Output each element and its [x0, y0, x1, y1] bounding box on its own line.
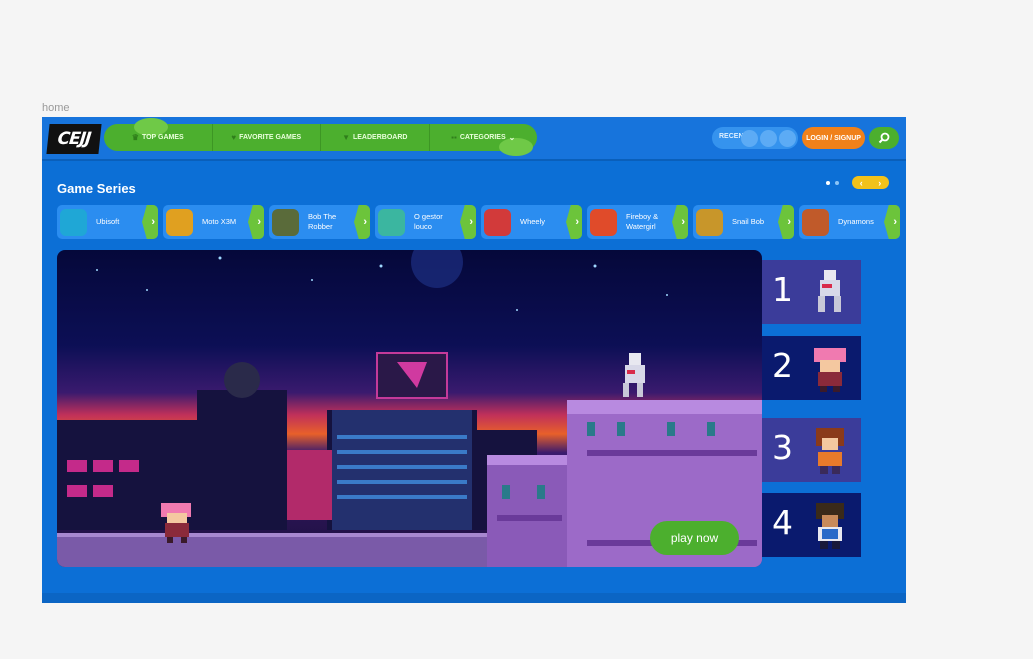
series-thumb — [696, 209, 723, 236]
recent-games[interactable]: RECENT — [712, 127, 798, 149]
play-now-button[interactable]: play now — [650, 521, 739, 555]
rank-number: 4 — [772, 503, 793, 542]
chevron-right-icon: › — [142, 205, 158, 239]
crown-icon: ♛ — [131, 133, 139, 142]
chevron-right-icon: › — [884, 205, 900, 239]
pager-dot-active[interactable] — [826, 181, 830, 185]
recent-game-thumb[interactable] — [741, 130, 758, 147]
brown-hair-character-icon — [816, 428, 844, 474]
nav-top-games-label: TOP GAMES — [141, 134, 184, 141]
nav-top-games[interactable]: ♛ TOP GAMES — [104, 124, 213, 151]
robot-character-icon — [818, 270, 841, 312]
chevron-right-icon: › — [566, 205, 582, 239]
footer-strip — [42, 593, 906, 603]
series-name: Fireboy & Watergirl — [626, 212, 659, 231]
series-card-o-gestor-louco[interactable]: O gestor louco › — [375, 205, 476, 239]
recent-game-thumb[interactable] — [779, 130, 796, 147]
logo-text: CEJJ — [46, 124, 102, 154]
series-thumb — [484, 209, 511, 236]
chevron-left-icon[interactable]: ‹ — [860, 178, 863, 188]
frame-label: home — [42, 102, 70, 114]
nav-categories-label: CATEGORIES — [459, 134, 506, 141]
ranking-item-3[interactable]: 3 — [762, 418, 861, 482]
chevron-right-icon: › — [672, 205, 688, 239]
game-series-carousel: Ubisoft › Moto X3M › Bob The Robber › O … — [57, 205, 900, 239]
series-card-ubisoft[interactable]: Ubisoft › — [57, 205, 158, 239]
series-thumb — [60, 209, 87, 236]
main-nav: ♛ TOP GAMES ♥ FAVORITE GAMES ▼ LEADERBOA… — [104, 118, 538, 156]
chevron-right-icon[interactable]: › — [878, 178, 881, 188]
section-title: Game Series — [57, 181, 136, 196]
series-name: Ubisoft — [96, 217, 120, 226]
series-name: Dynamons — [838, 217, 874, 226]
heart-icon: ♥ — [231, 133, 237, 142]
chevron-right-icon: › — [248, 205, 264, 239]
chevron-down-icon: ⌄ — [508, 133, 516, 142]
series-card-wheely[interactable]: Wheely › — [481, 205, 582, 239]
ranking-item-2[interactable]: 2 — [762, 336, 861, 400]
ranking-item-4[interactable]: 4 — [762, 493, 861, 557]
series-thumb — [590, 209, 617, 236]
top-navigation-bar: CEJJ ♛ TOP GAMES ♥ FAVORITE GAMES ▼ LEAD… — [42, 117, 906, 161]
series-card-fireboy-watergirl[interactable]: Fireboy & Watergirl › — [587, 205, 688, 239]
nav-categories[interactable]: ▪▪ CATEGORIES ⌄ — [430, 124, 538, 151]
rank-number: 2 — [772, 346, 793, 385]
series-card-bob-the-robber[interactable]: Bob The Robber › — [269, 205, 370, 239]
search-button[interactable] — [869, 127, 899, 149]
series-card-snail-bob[interactable]: Snail Bob › — [693, 205, 794, 239]
series-thumb — [272, 209, 299, 236]
site-logo[interactable]: CEJJ — [46, 124, 102, 154]
login-signup-button[interactable]: LOGIN / SIGNUP — [802, 127, 865, 149]
chevron-right-icon: › — [460, 205, 476, 239]
series-name: Wheely — [520, 217, 546, 226]
featured-game-artwork — [57, 250, 762, 567]
series-name: O gestor louco — [414, 212, 443, 231]
search-icon — [878, 132, 890, 144]
nav-leaderboard-label: LEADERBOARD — [352, 134, 408, 141]
series-card-dynamons[interactable]: Dynamons › — [799, 205, 900, 239]
series-name: Bob The Robber — [308, 212, 337, 231]
chevron-right-icon: › — [778, 205, 794, 239]
series-name: Snail Bob — [732, 217, 765, 226]
ranking-item-1[interactable]: 1 — [762, 260, 861, 324]
pink-hair-character-icon — [814, 348, 846, 392]
nav-favorite-games[interactable]: ♥ FAVORITE GAMES — [213, 124, 321, 151]
series-name: Moto X3M — [202, 217, 237, 226]
nav-favorite-games-label: FAVORITE GAMES — [239, 134, 302, 141]
recent-game-thumb[interactable] — [760, 130, 777, 147]
rank-number: 1 — [772, 270, 793, 309]
nav-leaderboard[interactable]: ▼ LEADERBOARD — [321, 124, 430, 151]
series-thumb — [166, 209, 193, 236]
pager-dot[interactable] — [835, 181, 839, 185]
featured-game-banner[interactable]: play now — [57, 250, 762, 567]
grid-icon: ▪▪ — [451, 133, 457, 142]
carousel-arrows: ‹ › — [852, 176, 889, 189]
curly-hair-character-icon — [816, 503, 844, 549]
trophy-icon: ▼ — [342, 133, 350, 142]
series-thumb — [802, 209, 829, 236]
chevron-right-icon: › — [354, 205, 370, 239]
rank-number: 3 — [772, 428, 793, 467]
series-thumb — [378, 209, 405, 236]
series-card-moto-x3m[interactable]: Moto X3M › — [163, 205, 264, 239]
site-frame: CEJJ ♛ TOP GAMES ♥ FAVORITE GAMES ▼ LEAD… — [42, 117, 906, 603]
